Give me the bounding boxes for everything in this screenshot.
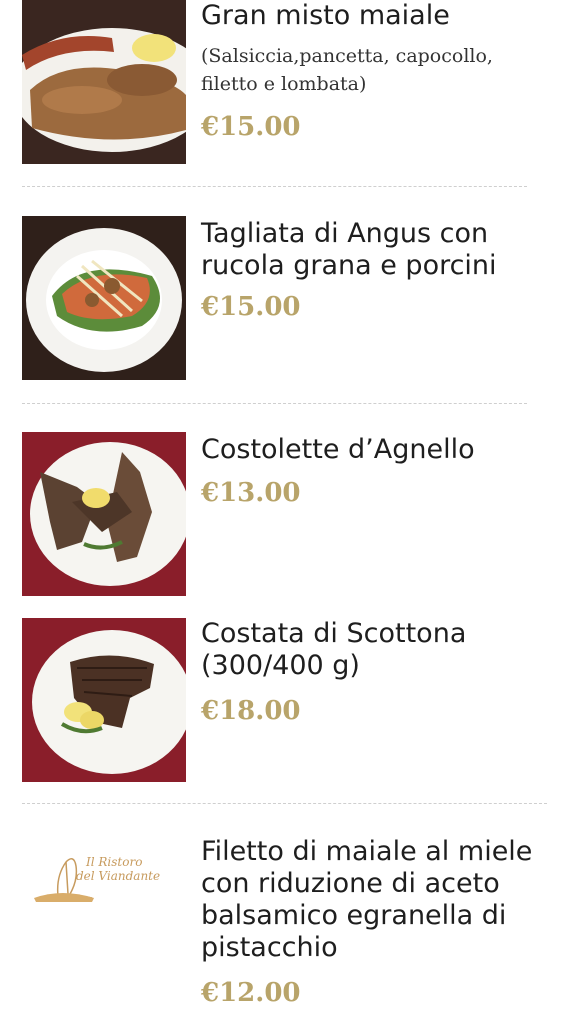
svg-text:del Viandante: del Viandante <box>76 869 160 883</box>
dish-description: (Salsiccia,pancetta, capocollo, filetto … <box>201 45 493 95</box>
restaurant-logo: Il Ristoro del Viandante <box>22 836 186 936</box>
divider <box>22 403 527 404</box>
dish-name: Gran misto maiale <box>201 0 450 31</box>
dish-photo-scottona[interactable] <box>22 618 186 782</box>
dish-name: Costolette d’Agnello <box>201 434 475 465</box>
dish-price: €13.00 <box>201 478 301 508</box>
divider <box>22 803 547 804</box>
divider <box>22 186 527 187</box>
dish-name: Costata di Scottona (300/400 g) <box>201 618 467 681</box>
dish-photo-mixed-pork[interactable] <box>22 0 186 164</box>
dish-price: €15.00 <box>201 292 301 322</box>
svg-text:Il Ristoro: Il Ristoro <box>85 855 142 869</box>
dish-photo-tagliata[interactable] <box>22 216 186 380</box>
dish-price: €15.00 <box>201 112 301 142</box>
dish-photo-lamb-chops[interactable] <box>22 432 186 596</box>
dish-price: €12.00 <box>201 978 301 1008</box>
dish-price: €18.00 <box>201 696 301 726</box>
dish-name: Tagliata di Angus con rucola grana e por… <box>201 218 497 281</box>
dish-name: Filetto di maiale al miele con riduzione… <box>201 836 533 963</box>
